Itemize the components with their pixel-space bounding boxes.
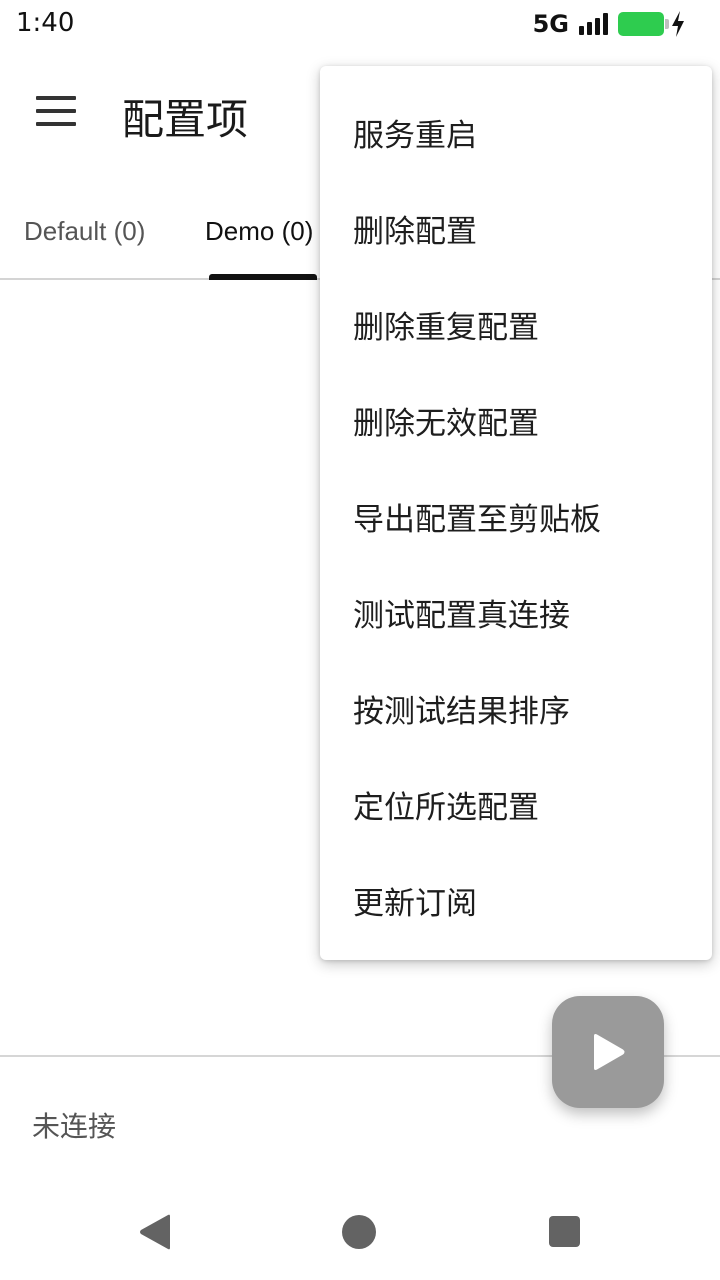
menu-item-restart-service[interactable]: 服务重启 — [320, 84, 712, 180]
network-type: 5G — [532, 10, 569, 38]
menu-item-delete-config[interactable]: 删除配置 — [320, 180, 712, 276]
hamburger-menu-icon[interactable] — [36, 96, 76, 126]
play-icon — [594, 1034, 625, 1070]
tab-demo[interactable]: Demo (0) — [205, 216, 313, 247]
back-icon[interactable] — [138, 1214, 172, 1250]
tab-default[interactable]: Default (0) — [24, 216, 145, 247]
overflow-menu: 服务重启 删除配置 删除重复配置 删除无效配置 导出配置至剪贴板 测试配置真连接… — [320, 66, 712, 960]
start-connection-button[interactable] — [552, 996, 664, 1108]
menu-item-sort-by-test-result[interactable]: 按测试结果排序 — [320, 660, 712, 756]
status-icons: 5G — [532, 10, 684, 38]
status-bar: 1:40 5G — [0, 0, 720, 48]
charging-bolt-icon — [672, 11, 684, 37]
menu-item-delete-duplicate-config[interactable]: 删除重复配置 — [320, 276, 712, 372]
signal-icon — [579, 13, 608, 35]
tab-selected-indicator — [209, 274, 317, 280]
menu-item-export-to-clipboard[interactable]: 导出配置至剪贴板 — [320, 468, 712, 564]
menu-item-delete-invalid-config[interactable]: 删除无效配置 — [320, 372, 712, 468]
connection-status[interactable]: 未连接 — [32, 1105, 116, 1145]
home-icon[interactable] — [342, 1215, 376, 1249]
menu-item-test-real-connection[interactable]: 测试配置真连接 — [320, 564, 712, 660]
system-nav-bar — [0, 1190, 720, 1280]
menu-item-update-subscription[interactable]: 更新订阅 — [320, 852, 712, 948]
recents-icon[interactable] — [549, 1216, 580, 1247]
battery-charging-icon — [618, 11, 684, 37]
status-time: 1:40 — [16, 8, 75, 38]
menu-item-locate-selected-config[interactable]: 定位所选配置 — [320, 756, 712, 852]
page-title: 配置项 — [122, 95, 249, 144]
